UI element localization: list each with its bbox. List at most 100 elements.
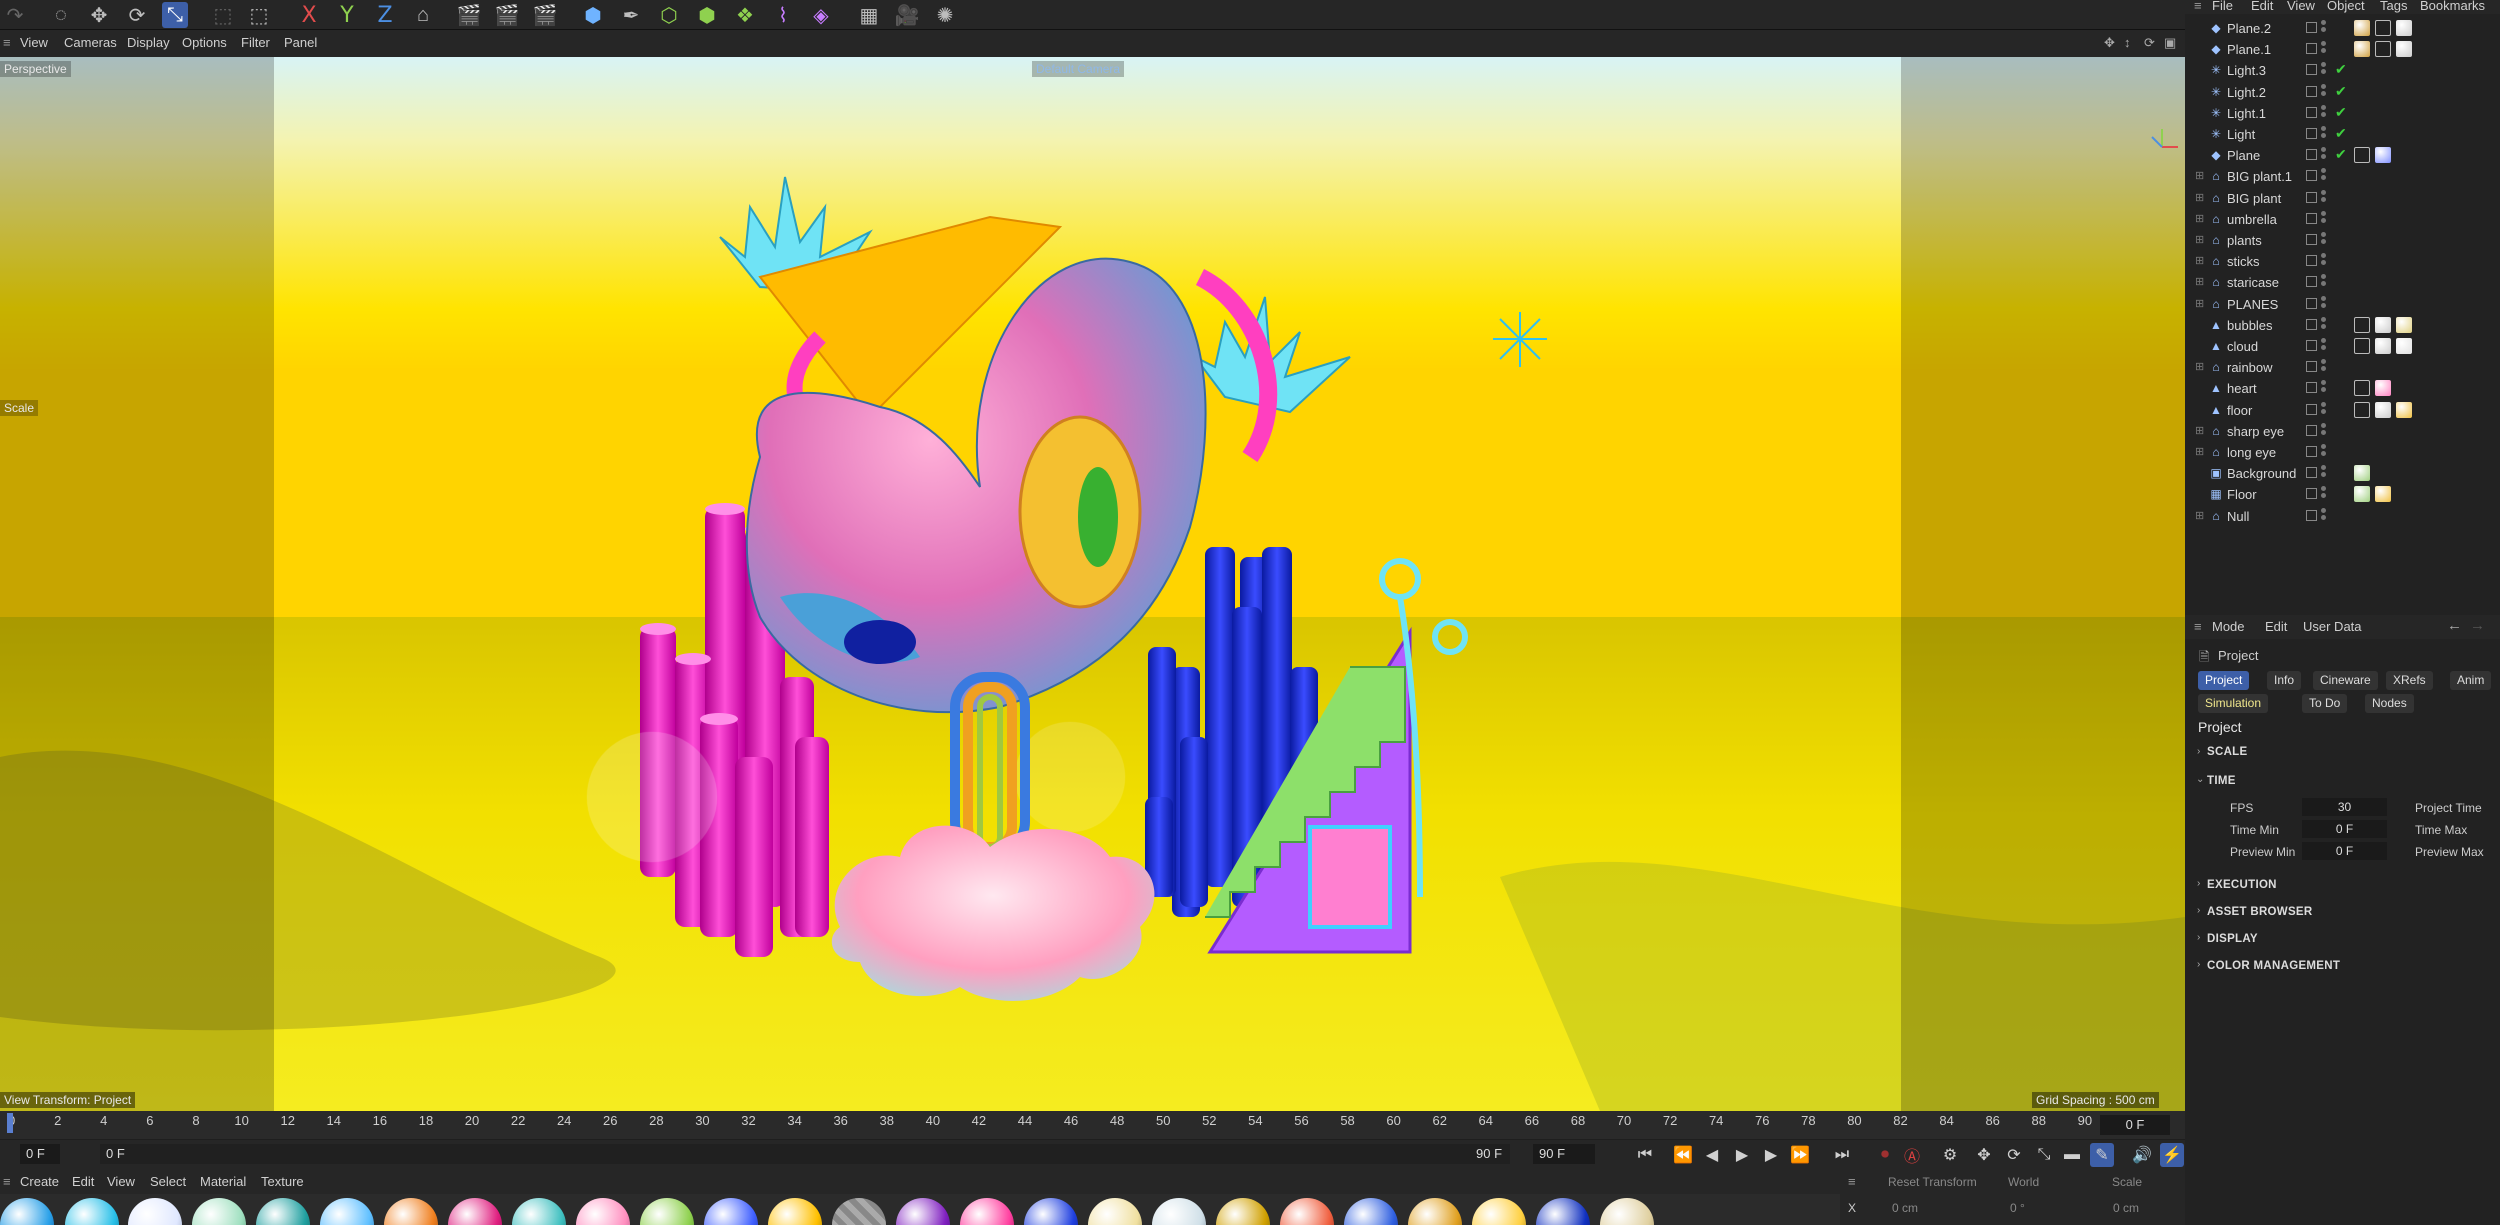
layer-toggle[interactable]	[2306, 382, 2317, 394]
previous-frame-icon[interactable]: ◀	[1700, 1143, 1724, 1167]
attribute-menu-user-data[interactable]: User Data	[2303, 619, 2362, 634]
object-name[interactable]: Background	[2227, 466, 2296, 481]
object-tag-icon[interactable]	[2354, 380, 2370, 397]
visibility-dots[interactable]	[2321, 232, 2327, 248]
object-name[interactable]: Floor	[2227, 487, 2257, 502]
object-row[interactable]: ✳ Light ✔	[2185, 124, 2500, 145]
current-frame-display[interactable]: 0 F	[2100, 1115, 2170, 1135]
material-menu-texture[interactable]: Texture	[261, 1174, 304, 1189]
object-tag-icon[interactable]	[2354, 316, 2370, 333]
object-row[interactable]: ⊞ ⌂ BIG plant	[2185, 188, 2500, 209]
layer-toggle[interactable]	[2306, 212, 2317, 224]
material-swatch[interactable]	[320, 1198, 374, 1225]
visibility-dots[interactable]	[2321, 316, 2327, 333]
visibility-dots[interactable]	[2321, 507, 2327, 524]
object-tag-icon[interactable]	[2375, 338, 2391, 354]
rotate-tool-icon[interactable]: ⟳	[124, 2, 150, 28]
chevron-right-icon[interactable]: ›	[2197, 905, 2200, 916]
object-name[interactable]: cloud	[2227, 339, 2258, 354]
visibility-dots[interactable]	[2321, 274, 2327, 290]
material-swatch[interactable]	[960, 1198, 1014, 1225]
chevron-right-icon[interactable]: ›	[2197, 878, 2200, 889]
time-min-field[interactable]: 0 F	[2302, 820, 2387, 838]
visibility-dots[interactable]	[2321, 465, 2327, 481]
layer-toggle[interactable]	[2306, 128, 2317, 139]
section-scale[interactable]: SCALE	[2207, 746, 2247, 758]
object-tag-icon[interactable]	[2396, 338, 2412, 354]
scale-tool-icon[interactable]: ⤡	[162, 2, 188, 28]
viewport-layout-icon[interactable]: ▣	[2164, 35, 2176, 51]
object-name[interactable]: Plane.2	[2227, 21, 2271, 36]
cube-icon[interactable]: ⬢	[580, 2, 606, 28]
chevron-right-icon[interactable]: ›	[2197, 746, 2200, 757]
object-name[interactable]: BIG plant.1	[2227, 169, 2292, 184]
sound-icon[interactable]: 🔊	[2130, 1143, 2154, 1167]
material-swatch[interactable]	[128, 1198, 182, 1225]
render-settings-icon[interactable]: 🎬	[532, 2, 558, 28]
material-swatch[interactable]	[1088, 1198, 1142, 1225]
material-swatch[interactable]	[192, 1198, 246, 1225]
material-swatch[interactable]	[832, 1198, 886, 1225]
viewport-menu-filter[interactable]: Filter	[241, 35, 270, 50]
object-tag-icon[interactable]	[2375, 316, 2391, 333]
visibility-dots[interactable]	[2321, 210, 2327, 227]
autokey-icon[interactable]: Ⓐ	[1900, 1143, 1924, 1167]
visibility-dots[interactable]	[2321, 62, 2327, 78]
key-selection-icon[interactable]: ⚙	[1938, 1143, 1962, 1167]
tab-cineware[interactable]: Cineware	[2313, 671, 2378, 690]
timeline-ruler[interactable]: 0246810121416182022242628303234363840424…	[0, 1111, 2185, 1139]
object-row[interactable]: ◆ Plane.2	[2185, 18, 2500, 39]
visibility-dots[interactable]	[2321, 486, 2327, 502]
layer-toggle[interactable]	[2306, 149, 2317, 161]
object-tag-icon[interactable]	[2375, 380, 2391, 397]
tab-to-do[interactable]: To Do	[2302, 694, 2348, 713]
object-name[interactable]: floor	[2227, 403, 2252, 418]
enabled-check-icon[interactable]: ✔	[2335, 61, 2347, 78]
layer-toggle[interactable]	[2306, 340, 2317, 351]
object-tag-icon[interactable]	[2354, 338, 2370, 354]
object-row[interactable]: ▲ cloud	[2185, 336, 2500, 357]
render-picture-viewer-icon[interactable]: 🎬	[494, 2, 520, 28]
viewport-move-icon[interactable]: ✥	[2104, 35, 2115, 51]
visibility-dots[interactable]	[2321, 295, 2327, 312]
object-row[interactable]: ⊞ ⌂ sticks	[2185, 251, 2500, 272]
material-swatch[interactable]	[1536, 1198, 1590, 1225]
layer-toggle[interactable]	[2306, 297, 2317, 309]
layer-toggle[interactable]	[2306, 509, 2317, 521]
object-tag-icon[interactable]	[2375, 147, 2391, 164]
object-name[interactable]: sharp eye	[2227, 424, 2284, 439]
section-display[interactable]: DISPLAY	[2207, 933, 2258, 945]
object-name[interactable]: umbrella	[2227, 212, 2277, 227]
material-menu-handle[interactable]: ≡	[3, 1174, 11, 1189]
object-tag-icon[interactable]	[2354, 486, 2370, 503]
material-menu-select[interactable]: Select	[150, 1174, 186, 1189]
layer-toggle[interactable]	[2306, 191, 2317, 203]
layer-toggle[interactable]	[2306, 446, 2317, 457]
object-tag-icon[interactable]	[2354, 465, 2370, 482]
tab-xrefs[interactable]: XRefs	[2386, 671, 2433, 690]
layer-toggle[interactable]	[2306, 22, 2317, 33]
object-row[interactable]: ✳ Light.2 ✔	[2185, 82, 2500, 103]
material-swatch[interactable]	[65, 1198, 119, 1225]
object-row[interactable]: ⊞ ⌂ Null	[2185, 506, 2500, 527]
visibility-dots[interactable]	[2321, 126, 2327, 142]
object-menu-bookmarks[interactable]: Bookmarks	[2420, 0, 2485, 13]
layer-toggle[interactable]	[2306, 255, 2317, 267]
expand-icon[interactable]: ⊞	[2195, 233, 2204, 246]
section-color-management[interactable]: COLOR MANAGEMENT	[2207, 960, 2340, 972]
viewport-menu-handle[interactable]: ≡	[3, 35, 11, 50]
visibility-dots[interactable]	[2321, 147, 2327, 163]
object-tag-icon[interactable]	[2354, 401, 2370, 418]
object-name[interactable]: Light.2	[2227, 85, 2266, 100]
material-swatch[interactable]	[1408, 1198, 1462, 1225]
object-name[interactable]: Null	[2227, 509, 2249, 524]
current-frame-field[interactable]: 0 F	[20, 1144, 60, 1164]
visibility-dots[interactable]	[2321, 168, 2327, 184]
object-row[interactable]: ⊞ ⌂ PLANES	[2185, 294, 2500, 315]
placement-tool-icon[interactable]: ⬚	[246, 2, 272, 28]
viewport-dolly-icon[interactable]: ↕	[2124, 35, 2131, 50]
expand-icon[interactable]: ⊞	[2195, 254, 2204, 267]
viewport-menu-options[interactable]: Options	[182, 35, 227, 50]
material-swatch[interactable]	[576, 1198, 630, 1225]
keyframe-param-icon[interactable]: ▬	[2060, 1143, 2084, 1167]
